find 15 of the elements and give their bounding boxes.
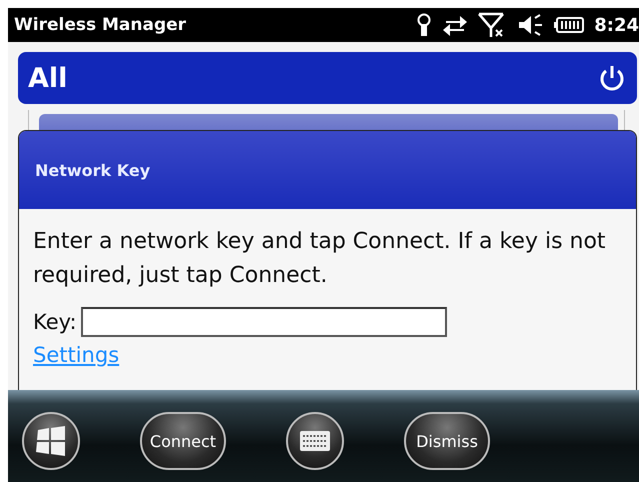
antenna-icon — [416, 13, 432, 37]
battery-icon — [554, 17, 584, 33]
key-field[interactable] — [80, 307, 447, 337]
softkey-button[interactable]: Connect — [140, 412, 226, 470]
header-title: All — [28, 62, 68, 94]
clock-time: 8:24 — [594, 14, 639, 36]
sync-arrows-icon — [442, 14, 468, 36]
softkey-button[interactable]: Dismiss — [404, 412, 490, 470]
windows-flag-icon — [35, 426, 67, 456]
key-label: Key: — [33, 310, 77, 334]
dialog-message: Enter a network key and tap Connect. If a key is not required, just tap Connect. — [33, 228, 607, 290]
keyboard-icon — [299, 430, 331, 452]
dialog-title: Network Key — [35, 160, 150, 180]
app-title: Wireless Manager — [14, 15, 186, 35]
speaker-icon — [518, 14, 544, 36]
